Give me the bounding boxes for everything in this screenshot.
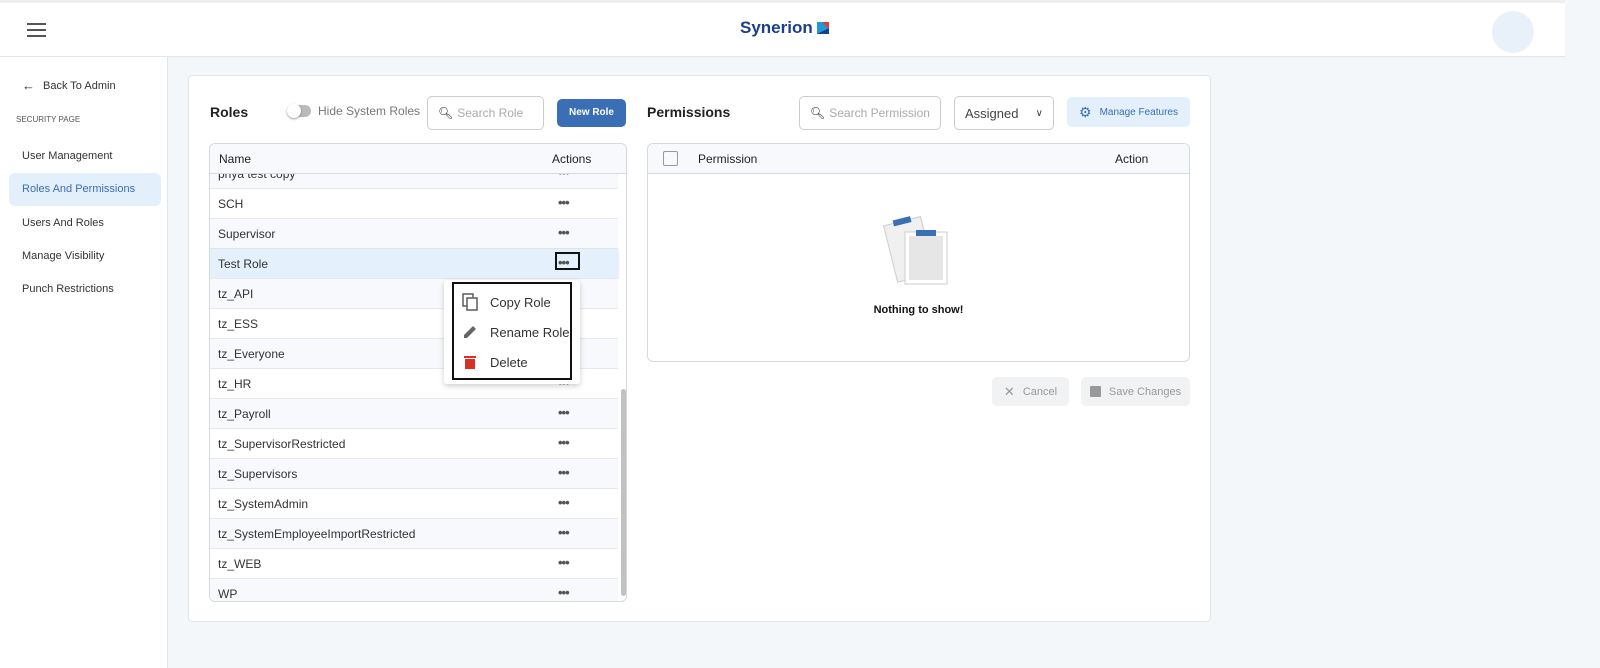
gear-icon: ⚙ <box>1079 103 1092 120</box>
more-actions-icon[interactable]: ••• <box>558 189 570 217</box>
role-name: tz_ESS <box>218 317 259 331</box>
close-icon: ✕ <box>1003 383 1015 399</box>
back-to-admin-link[interactable]: ← Back To Admin <box>22 78 116 93</box>
table-row[interactable]: tz_WEB ••• <box>210 549 618 579</box>
menu-item-delete[interactable]: Delete <box>454 347 570 377</box>
more-actions-icon[interactable]: ••• <box>558 519 570 547</box>
save-icon <box>1089 386 1101 397</box>
table-row[interactable]: Supervisor ••• <box>210 219 618 249</box>
more-actions-icon[interactable]: ••• <box>558 399 570 427</box>
copy-icon <box>462 293 478 311</box>
table-row[interactable]: tz_Payroll ••• <box>210 399 618 429</box>
empty-clipboard-icon <box>883 216 948 285</box>
column-name: Name <box>219 152 252 166</box>
table-row[interactable]: tz_SystemEmployeeImportRestricted ••• <box>210 519 618 549</box>
role-name: tz_SupervisorRestricted <box>218 437 346 451</box>
roles-title: Roles <box>210 104 249 120</box>
more-actions-icon[interactable]: ••• <box>558 549 570 577</box>
table-row[interactable]: tz_Supervisors ••• <box>210 459 618 489</box>
save-changes-button[interactable]: Save Changes <box>1081 377 1190 406</box>
sidebar-item-punch-restrictions[interactable]: Punch Restrictions <box>9 273 161 306</box>
section-label: SECURITY PAGE <box>16 115 81 124</box>
search-permission-input[interactable]: 🔍︎ Search Permission <box>799 96 941 130</box>
sidebar-item-users-and-roles[interactable]: Users And Roles <box>9 207 161 240</box>
more-actions-icon[interactable]: ••• <box>558 579 570 601</box>
actions-focus-box <box>555 252 580 270</box>
chevron-down-icon: ∨ <box>1035 107 1043 119</box>
menu-icon[interactable] <box>27 23 46 37</box>
table-row[interactable]: tz_SupervisorRestricted ••• <box>210 429 618 459</box>
sidebar: ← Back To Admin SECURITY PAGE User Manage… <box>0 57 168 668</box>
empty-state-text: Nothing to show! <box>873 304 964 316</box>
role-name: Supervisor <box>218 227 276 241</box>
role-name: tz_Payroll <box>218 407 271 421</box>
role-name: tz_Supervisors <box>218 467 298 481</box>
avatar[interactable] <box>1492 11 1534 53</box>
role-name: SCH <box>218 197 244 211</box>
more-actions-icon[interactable]: ••• <box>558 459 570 487</box>
search-role-input[interactable]: 🔍︎ Search Role <box>427 96 544 130</box>
more-actions-icon[interactable]: ••• <box>558 429 570 457</box>
search-icon: 🔍︎ <box>810 106 826 120</box>
role-name: priya test copy <box>218 174 296 181</box>
permissions-title: Permissions <box>647 104 731 120</box>
trash-icon <box>464 356 476 369</box>
role-name: tz_HR <box>218 377 252 391</box>
role-name: Test Role <box>218 257 269 271</box>
role-name: WP <box>218 587 238 601</box>
pencil-icon <box>464 326 476 338</box>
sidebar-item-user-management[interactable]: User Management <box>9 140 161 173</box>
role-name: tz_API <box>218 287 254 301</box>
column-actions: Actions <box>552 152 592 166</box>
scrollbar-thumb[interactable] <box>621 389 626 596</box>
select-all-checkbox[interactable] <box>663 151 678 166</box>
role-name: tz_SystemAdmin <box>218 497 309 511</box>
manage-features-button[interactable]: ⚙ Manage Features <box>1067 97 1190 127</box>
arrow-left-icon: ← <box>22 78 35 93</box>
table-row[interactable]: WP ••• <box>210 579 618 601</box>
toggle-switch[interactable] <box>287 104 311 118</box>
assigned-filter-select[interactable]: Assigned ∨ <box>954 96 1054 130</box>
table-row[interactable]: SCH ••• <box>210 189 618 219</box>
search-icon: 🔍︎ <box>438 106 454 120</box>
role-name: tz_SystemEmployeeImportRestricted <box>218 527 416 541</box>
hide-system-roles-toggle[interactable]: Hide System Roles <box>287 104 420 118</box>
roles-table-header: Name Actions <box>210 144 626 174</box>
more-actions-icon[interactable]: ••• <box>558 489 570 517</box>
more-actions-icon[interactable]: ••• <box>558 219 570 247</box>
top-bar: Synerion <box>0 0 1565 57</box>
sidebar-item-roles-and-permissions[interactable]: Roles And Permissions <box>9 173 161 206</box>
role-name: tz_Everyone <box>218 347 285 361</box>
roles-list: priya test copy ••• SCH ••• Supervisor ••• Tes… <box>210 174 620 601</box>
permissions-table-header: Permission Action <box>648 144 1189 174</box>
column-permission: Permission <box>698 152 758 166</box>
menu-item-copy-role[interactable]: Copy Role <box>454 287 570 317</box>
table-row[interactable]: priya test copy ••• <box>210 174 618 189</box>
column-action: Action <box>1115 152 1149 166</box>
logo-mark-icon <box>816 22 829 34</box>
role-name: tz_WEB <box>218 557 262 571</box>
permissions-table: Permission Action Nothing to show! <box>647 143 1190 362</box>
cancel-button[interactable]: ✕ Cancel <box>992 377 1069 406</box>
role-context-menu: Copy Role Rename Role Delete <box>444 280 580 384</box>
table-row[interactable]: tz_SystemAdmin ••• <box>210 489 618 519</box>
synerion-logo: Synerion <box>740 18 831 38</box>
more-actions-icon[interactable]: ••• <box>558 174 570 187</box>
menu-item-rename-role[interactable]: Rename Role <box>454 317 570 347</box>
sidebar-item-manage-visibility[interactable]: Manage Visibility <box>9 240 161 273</box>
new-role-button[interactable]: New Role <box>557 99 626 127</box>
